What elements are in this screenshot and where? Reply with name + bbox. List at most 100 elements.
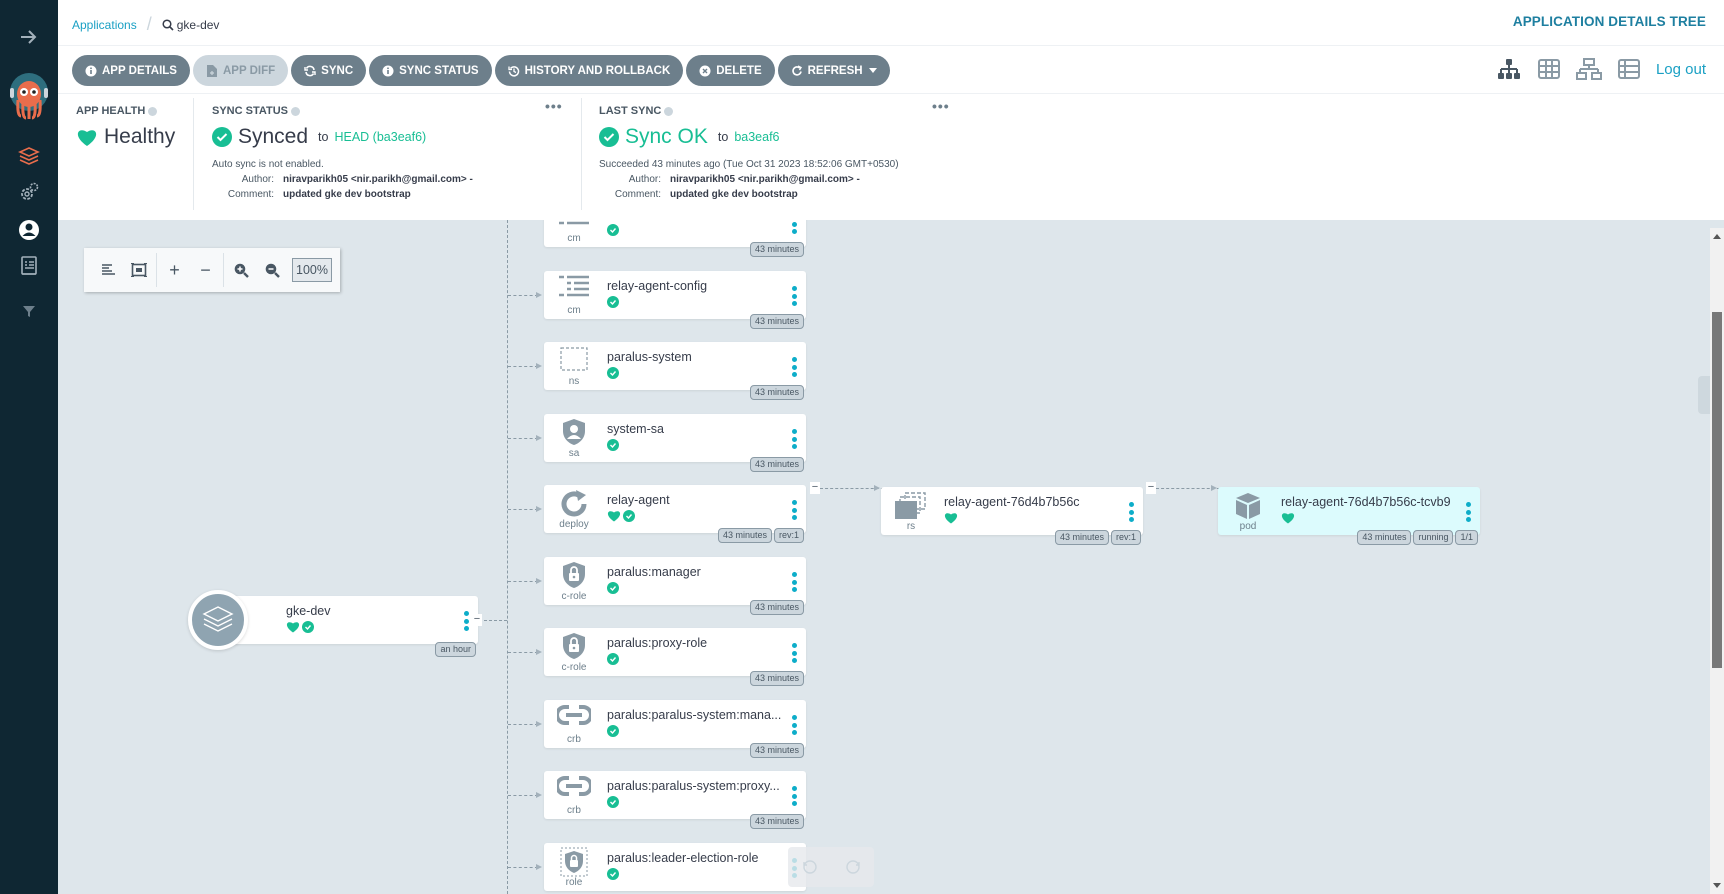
sync-status-value: Synced to HEAD (ba3eaf6): [212, 125, 612, 149]
argo-logo[interactable]: [0, 68, 58, 124]
page-title: APPLICATION DETAILS TREE: [1512, 14, 1706, 29]
kind-label: c-role: [561, 662, 587, 673]
list-view-button[interactable]: [1616, 56, 1642, 82]
breadcrumb-current: gke-dev: [162, 18, 219, 32]
delete-label: DELETE: [716, 64, 762, 77]
sidebar-item-settings[interactable]: [0, 178, 58, 206]
kind-label: crb: [567, 805, 581, 816]
node-menu-button[interactable]: [790, 429, 798, 449]
history-and-rollback-button[interactable]: HISTORY AND ROLLBACK: [494, 55, 684, 86]
kind-label: cm: [567, 233, 581, 244]
deploy-collapse-toggle[interactable]: −: [810, 482, 820, 494]
node-pod[interactable]: pod relay-agent-76d4b7b56c-tcvb9 43 minu…: [1218, 487, 1480, 545]
undo-icon[interactable]: [802, 859, 818, 875]
redo-icon[interactable]: [845, 859, 861, 875]
resource-node[interactable]: deploy relay-agent 43 minutes rev:1: [544, 485, 806, 543]
collapse-all-button[interactable]: −: [190, 255, 221, 285]
app-diff-button[interactable]: APP DIFF: [192, 55, 289, 86]
tree-view-button[interactable]: [1496, 56, 1522, 82]
tree-connector-line: [507, 220, 508, 894]
app-details-button[interactable]: APP DETAILS: [72, 55, 190, 86]
scroll-up-arrow[interactable]: [1713, 234, 1721, 239]
kind-label: pod: [1239, 521, 1257, 532]
search-icon: [162, 18, 174, 31]
logout-link[interactable]: Log out: [1656, 61, 1706, 78]
scroll-down-arrow[interactable]: [1713, 883, 1721, 888]
app-health-value: Healthy: [76, 125, 186, 149]
edge-to-resource: [508, 295, 538, 296]
resource-node[interactable]: crb paralus:paralus-system:proxy... 43 min…: [544, 771, 806, 829]
sync-revision-link[interactable]: HEAD (ba3eaf6): [334, 130, 426, 144]
align-left-button[interactable]: [92, 255, 123, 285]
sync-status-button[interactable]: SYNC STATUS: [369, 55, 492, 86]
last-sync-more-button[interactable]: •••: [932, 98, 950, 114]
app-node-collapse-toggle[interactable]: −: [472, 614, 482, 626]
help-icon[interactable]: [291, 106, 300, 116]
side-panel-handle[interactable]: [1698, 376, 1710, 414]
node-name: relay-agent: [607, 493, 670, 507]
sync-author-row: Author: niravparikh05 <nir.parikh@gmail.c…: [241, 174, 473, 185]
age-tag: 43 minutes: [749, 242, 804, 257]
node-menu-button[interactable]: [790, 643, 798, 663]
resource-node[interactable]: ns paralus-system 43 minutes: [544, 342, 806, 400]
resource-node[interactable]: crb paralus:paralus-system:mana... 43 minu…: [544, 700, 806, 758]
node-tags: 43 minutes: [749, 242, 804, 257]
last-sync-revision-link[interactable]: ba3eaf6: [734, 130, 779, 144]
info-icon: [382, 65, 394, 77]
sidebar-item-docs[interactable]: [0, 252, 58, 280]
refresh-button[interactable]: REFRESH: [777, 55, 890, 86]
resource-node[interactable]: c-role paralus:manager 43 minutes: [544, 557, 806, 615]
pod-status-tag: running: [1413, 530, 1454, 545]
resource-node[interactable]: cm relay-agent-config 43 minutes: [544, 271, 806, 329]
app-node-menu-button[interactable]: [462, 611, 470, 631]
rs-collapse-toggle[interactable]: −: [1146, 482, 1156, 494]
pods-view-icon: [1537, 59, 1560, 79]
node-menu-button[interactable]: [1464, 502, 1472, 522]
resource-node[interactable]: role paralus:leader-election-role: [544, 843, 806, 891]
sync-status-more-button[interactable]: •••: [545, 98, 563, 114]
node-menu-button[interactable]: [790, 286, 798, 306]
age-tag: 43 minutes: [1054, 530, 1109, 545]
node-replicaset[interactable]: rs relay-agent-76d4b7b56c 43 minutes rev…: [881, 487, 1143, 545]
resource-node[interactable]: cm 43 minutes: [544, 220, 806, 257]
node-menu-button[interactable]: [790, 572, 798, 592]
app-node-gke-dev[interactable]: gke-dev an hour: [212, 596, 478, 657]
sidebar-item-applications[interactable]: [0, 142, 58, 170]
node-menu-button[interactable]: [790, 357, 798, 377]
node-tags: 43 minutes running 1/1: [1357, 530, 1478, 545]
node-menu-button[interactable]: [790, 786, 798, 806]
zoom-level[interactable]: 100%: [292, 258, 333, 282]
status-badges: [607, 439, 619, 451]
expand-all-button[interactable]: +: [159, 255, 190, 285]
sidebar-expand-button[interactable]: [0, 22, 58, 52]
node-menu-button[interactable]: [790, 220, 798, 234]
fit-screen-button[interactable]: [123, 255, 154, 285]
vertical-scrollbar[interactable]: [1710, 228, 1724, 894]
help-icon[interactable]: [148, 106, 158, 116]
dropdown-caret-icon: [868, 68, 877, 73]
scrollbar-thumb[interactable]: [1712, 312, 1722, 668]
delete-button[interactable]: DELETE: [686, 55, 775, 86]
layers-icon: [202, 606, 234, 632]
sync-button[interactable]: SYNC: [291, 55, 367, 86]
breadcrumb-applications-link[interactable]: Applications: [72, 18, 137, 32]
app-node-name: gke-dev: [286, 604, 331, 618]
status-badges: [607, 296, 619, 308]
pods-view-button[interactable]: [1536, 56, 1562, 82]
node-menu-button[interactable]: [790, 500, 798, 520]
zoom-in-button[interactable]: [226, 255, 257, 285]
zoom-out-button[interactable]: [257, 255, 288, 285]
node-menu-button[interactable]: [1127, 502, 1135, 522]
resource-node[interactable]: sa system-sa 43 minutes: [544, 414, 806, 472]
node-name: paralus:paralus-system:proxy...: [607, 779, 780, 793]
sidebar-item-user-info[interactable]: [0, 216, 58, 244]
age-tag: 43 minutes: [749, 385, 804, 400]
network-view-button[interactable]: [1575, 56, 1602, 82]
help-icon[interactable]: [664, 106, 674, 116]
node-menu-button[interactable]: [790, 715, 798, 735]
sidebar-item-filter[interactable]: [0, 298, 58, 324]
resource-tree-canvas[interactable]: + − 100% gke-dev an hour − cm 43 minutes c…: [58, 220, 1708, 894]
status-badges: [607, 224, 619, 236]
status-badges: [607, 582, 619, 594]
resource-node[interactable]: c-role paralus:proxy-role 43 minutes: [544, 628, 806, 686]
